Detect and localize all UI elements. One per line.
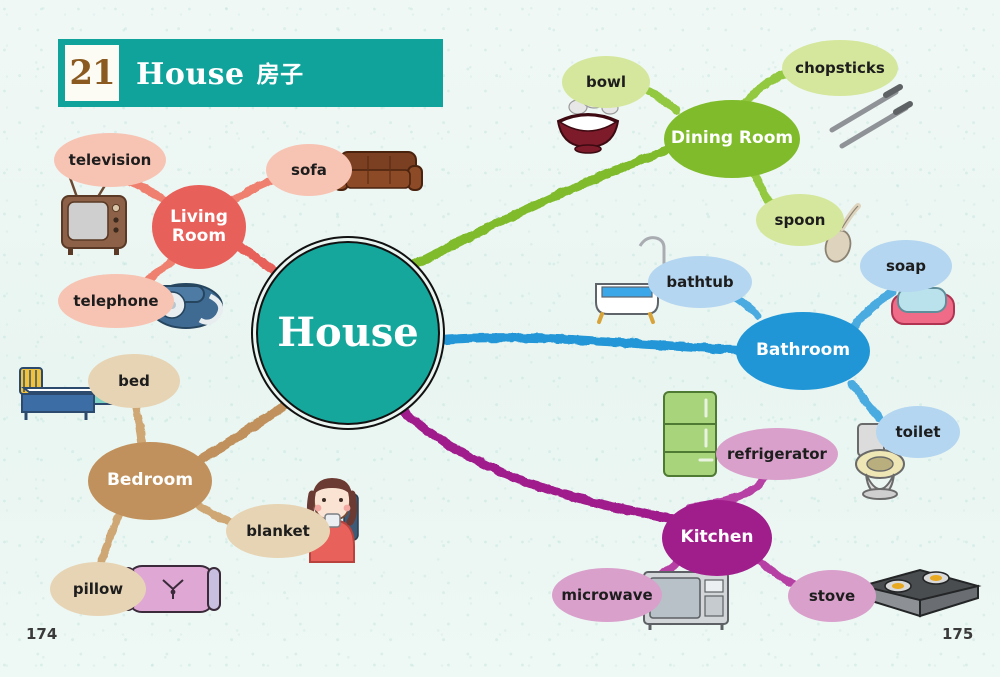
hub-bathroom[interactable]: Bathroom [736, 312, 870, 390]
hub-kitchen-label: Kitchen [680, 527, 754, 548]
leaf-sofa[interactable]: sofa [266, 144, 352, 196]
hub-bedroom[interactable]: Bedroom [88, 442, 212, 520]
hub-living-room[interactable]: Living Room [152, 185, 246, 269]
leaf-soap-label: soap [885, 256, 927, 275]
leaf-telephone-label: telephone [73, 291, 159, 310]
leaf-refrigerator[interactable]: refrigerator [716, 428, 838, 480]
soap-icon [891, 287, 955, 325]
page-number-left: 174 [26, 625, 58, 643]
leaf-pillow-label: pillow [72, 579, 124, 598]
leaf-chopsticks-label: chopsticks [795, 58, 885, 77]
leaf-bathtub[interactable]: bathtub [648, 256, 752, 308]
leaf-television[interactable]: television [54, 133, 166, 187]
leaf-stove-label: stove [808, 586, 856, 605]
leaf-spoon[interactable]: spoon [756, 194, 844, 246]
refrigerator-icon [663, 391, 717, 477]
hub-dining-room-label: Dining Room [670, 128, 794, 149]
page-title: House 房子 [136, 55, 304, 92]
leaf-bowl-label: bowl [585, 72, 627, 91]
leaf-refrigerator-label: refrigerator [727, 444, 827, 463]
unit-number-box: 21 [65, 45, 119, 101]
leaf-stove[interactable]: stove [788, 570, 876, 622]
stove-icon [858, 568, 982, 618]
hub-living-room-label: Living Room [170, 206, 228, 246]
hub-bedroom-label: Bedroom [106, 470, 194, 491]
leaf-pillow[interactable]: pillow [50, 562, 146, 616]
center-node-label: House [277, 308, 419, 356]
leaf-microwave-label: microwave [561, 585, 653, 604]
leaf-bowl[interactable]: bowl [562, 56, 650, 108]
page-number-right: 175 [942, 625, 974, 643]
leaf-chopsticks[interactable]: chopsticks [782, 40, 898, 96]
leaf-toilet[interactable]: toilet [876, 406, 960, 458]
hub-bathroom-label: Bathroom [755, 340, 851, 361]
center-node-house[interactable]: House [258, 243, 438, 423]
leaf-blanket-label: blanket [246, 521, 310, 540]
unit-number: 21 [69, 53, 115, 93]
leaf-television-label: television [68, 150, 152, 169]
hub-dining-room[interactable]: Dining Room [664, 100, 800, 178]
leaf-toilet-label: toilet [895, 422, 941, 441]
leaf-bed-label: bed [118, 371, 150, 390]
leaf-spoon-label: spoon [774, 210, 826, 229]
leaf-soap[interactable]: soap [860, 240, 952, 292]
leaf-microwave[interactable]: microwave [552, 568, 662, 622]
page-title-cn: 房子 [256, 61, 304, 88]
leaf-bathtub-label: bathtub [666, 272, 734, 291]
leaf-sofa-label: sofa [291, 160, 327, 179]
leaf-bed[interactable]: bed [88, 354, 180, 408]
hub-kitchen[interactable]: Kitchen [662, 500, 772, 576]
leaf-telephone[interactable]: telephone [58, 274, 174, 328]
leaf-blanket[interactable]: blanket [226, 504, 330, 558]
page-title-en: House [136, 56, 245, 92]
unit-header: 21 House 房子 [58, 39, 443, 107]
